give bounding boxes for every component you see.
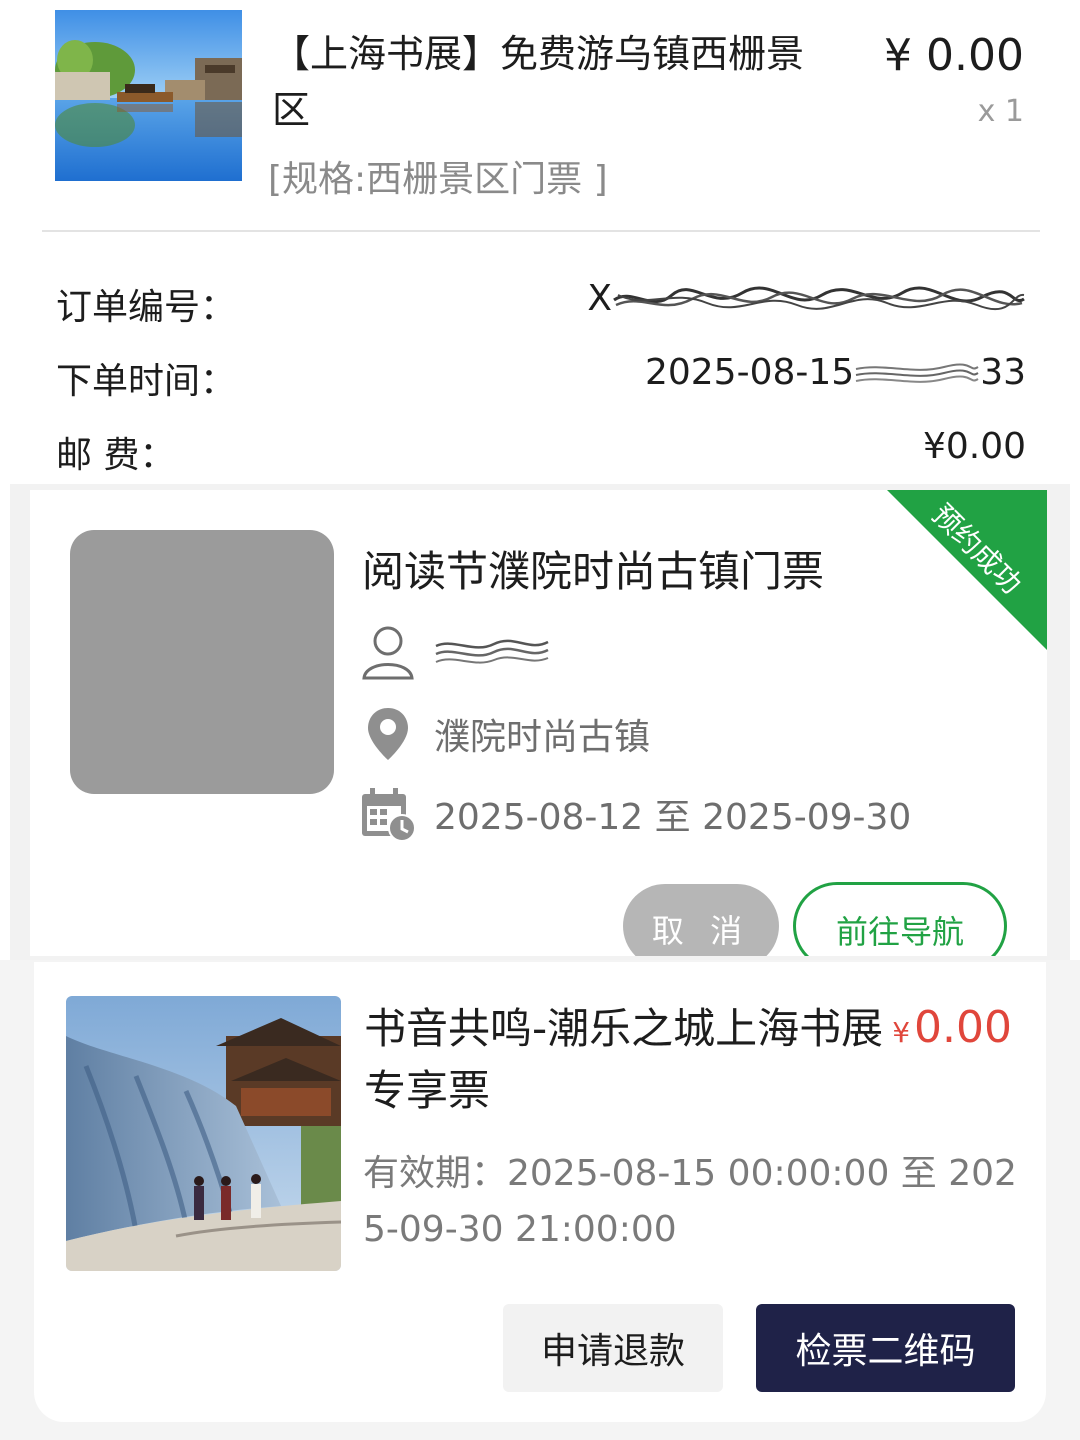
ticket-title[interactable]: 书音共鸣-潮乐之城上海书展专享票 <box>364 998 884 1122</box>
ticket-price-symbol: ¥ <box>892 1016 911 1049</box>
reservation-location: 濮院时尚古镇 <box>360 704 650 764</box>
order-number-prefix: X <box>587 278 612 319</box>
order-time-row: 下单时间： 2025-08-15 33 <box>56 352 1026 402</box>
product-thumbnail[interactable] <box>55 10 242 181</box>
ticket-thumbnail[interactable] <box>66 996 341 1271</box>
refund-button[interactable]: 申请退款 <box>503 1304 723 1392</box>
product-title[interactable]: 【上海书展】免费游乌镇西栅景区 <box>272 26 832 138</box>
redaction-scribble <box>613 286 1025 311</box>
calendar-clock-icon <box>360 786 416 842</box>
product-price: ¥ 0.00 <box>884 30 1024 81</box>
product-quantity: x 1 <box>977 94 1024 129</box>
reservation-image-placeholder <box>70 530 334 794</box>
location-pin-icon <box>360 706 416 762</box>
ticket-card[interactable]: 书音共鸣-潮乐之城上海书展专享票 ¥0.00 有效期：2025-08-15 00… <box>34 962 1046 1422</box>
order-time-label: 下单时间： <box>56 361 237 402</box>
order-number-row: 订单编号： X <box>56 278 1026 328</box>
navigate-button[interactable]: 前往导航 <box>793 882 1007 956</box>
reservation-card[interactable]: 预约成功 阅读节濮院时尚古镇门票 濮院时尚古镇 2025-08-12 至 202… <box>30 490 1047 956</box>
ticket-validity: 有效期：2025-08-15 00:00:00 至 2025-09-30 21:… <box>363 1153 1017 1250</box>
user-icon <box>360 624 416 680</box>
shipping-fee-value: ¥0.00 <box>922 426 1026 467</box>
order-number-label: 订单编号： <box>56 287 237 328</box>
ticket-price: ¥0.00 <box>892 1002 1012 1053</box>
order-number-value: X <box>587 278 1026 319</box>
reservation-title[interactable]: 阅读节濮院时尚古镇门票 <box>362 538 824 599</box>
product-order-section: 【上海书展】免费游乌镇西栅景区 [规格:西栅景区门票 ] ¥ 0.00 x 1 … <box>0 0 1080 484</box>
product-spec: [规格:西栅景区门票 ] <box>268 159 608 200</box>
shipping-fee-row: 邮 费： ¥0.00 <box>56 426 1026 476</box>
divider <box>42 230 1040 232</box>
order-time-value: 2025-08-15 33 <box>645 352 1026 393</box>
redaction-scribble <box>855 363 979 383</box>
reservation-dates: 2025-08-12 至 2025-09-30 <box>360 784 911 844</box>
ticket-qr-button[interactable]: 检票二维码 <box>756 1304 1015 1392</box>
reservation-visitor <box>360 622 550 682</box>
order-time-prefix: 2025-08-15 <box>644 352 855 393</box>
order-time-suffix: 33 <box>980 352 1026 393</box>
reservation-date-range: 2025-08-12 至 2025-09-30 <box>434 797 912 838</box>
cancel-button[interactable]: 取 消 <box>623 884 779 956</box>
reservation-location-text: 濮院时尚古镇 <box>434 717 651 758</box>
ticket-price-value: 0.00 <box>914 1002 1012 1053</box>
redaction-scribble <box>435 639 549 664</box>
shipping-fee-label: 邮 费： <box>56 435 176 476</box>
